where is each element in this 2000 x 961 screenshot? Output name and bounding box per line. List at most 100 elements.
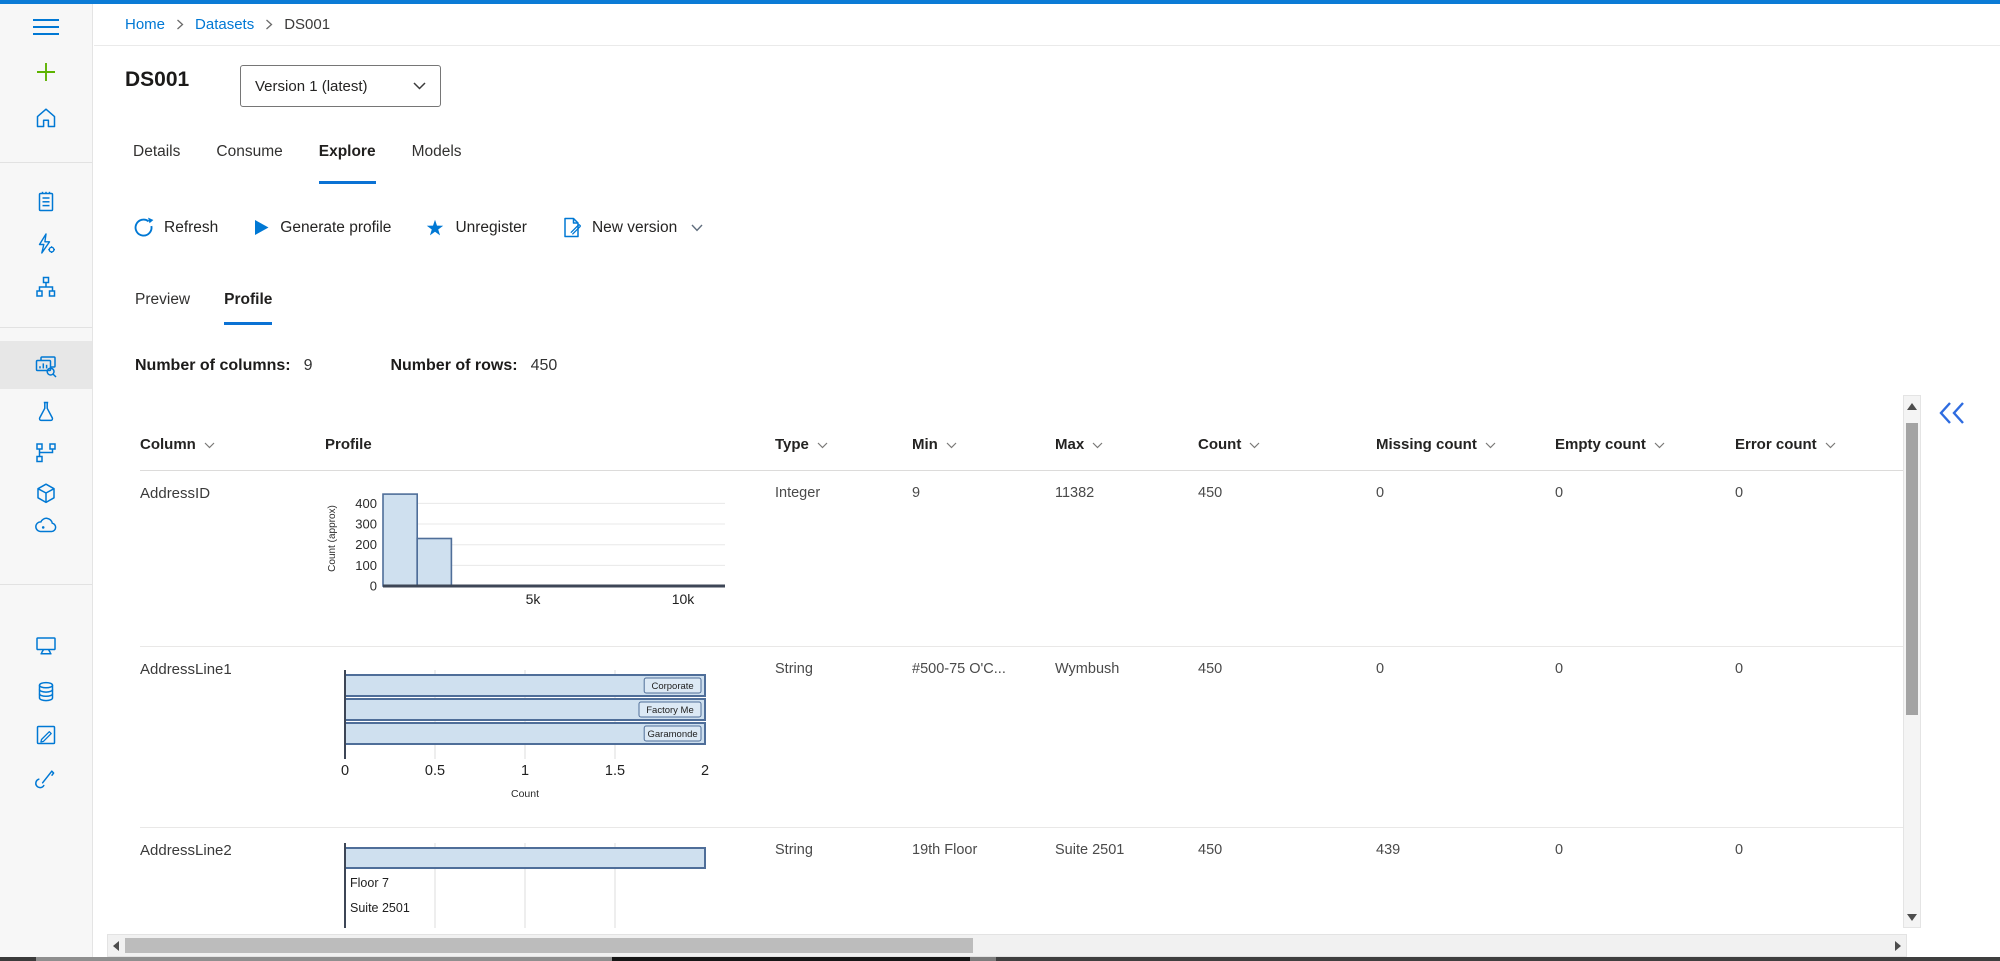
- table-body: AddressID 0 100 200 300 400 5k 10k Count (approx…: [140, 471, 1905, 928]
- cell-missing-count: 0: [1376, 661, 1385, 677]
- scroll-right-button[interactable]: [1890, 935, 1906, 956]
- svg-text:1: 1: [521, 763, 529, 779]
- tab-explore[interactable]: Explore: [318, 143, 376, 184]
- sidebar-item-designer[interactable]: [31, 273, 61, 301]
- scroll-down-button[interactable]: [1904, 907, 1920, 927]
- svg-text:0.5: 0.5: [425, 763, 445, 779]
- sidebar-item-data-labeling[interactable]: [31, 721, 61, 749]
- breadcrumb-home-link[interactable]: Home: [125, 16, 165, 33]
- sidebar-item-endpoints[interactable]: [31, 511, 61, 539]
- triangle-left-icon: [113, 940, 119, 951]
- svg-text:Factory Me: Factory Me: [646, 705, 694, 716]
- sort-chevron-icon: [1485, 442, 1496, 449]
- vertical-scrollbar[interactable]: [1903, 395, 1921, 928]
- stat-number-of-columns: Number of columns: 9: [135, 357, 312, 375]
- column-header-empty-count[interactable]: Empty count: [1555, 436, 1735, 453]
- sidebar-item-menu[interactable]: [31, 13, 61, 41]
- sidebar-item-experiments[interactable]: [31, 398, 61, 426]
- scroll-up-button[interactable]: [1904, 396, 1920, 416]
- new-version-button[interactable]: New version: [562, 217, 703, 238]
- horizontal-scrollbar[interactable]: [107, 934, 1907, 957]
- svg-text:Count: Count: [511, 788, 539, 800]
- tab-models[interactable]: Models: [412, 143, 462, 184]
- cell-empty-count: 0: [1555, 842, 1564, 858]
- stat-number-of-rows: Number of rows: 450: [390, 357, 557, 375]
- stat-value: 9: [303, 357, 313, 374]
- generate-profile-button[interactable]: Generate profile: [253, 219, 391, 237]
- sidebar-item-automated-ml[interactable]: [31, 230, 61, 258]
- column-header-missing-count[interactable]: Missing count: [1376, 436, 1555, 453]
- sidebar-item-compute[interactable]: [31, 632, 61, 660]
- collapse-panel-button[interactable]: [1936, 399, 1968, 429]
- star-icon: [427, 219, 444, 235]
- vertical-scrollbar-thumb[interactable]: [1906, 423, 1918, 715]
- unregister-label: Unregister: [455, 218, 527, 236]
- sidebar-item-home[interactable]: [31, 104, 61, 132]
- column-header-min[interactable]: Min: [912, 436, 1055, 453]
- cell-empty-count: 0: [1555, 485, 1564, 501]
- sort-chevron-icon: [1654, 442, 1665, 449]
- subtab-preview[interactable]: Preview: [135, 291, 190, 325]
- column-header-label: Min: [912, 436, 938, 453]
- sidebar-divider: [0, 162, 92, 163]
- refresh-label: Refresh: [164, 218, 219, 236]
- profile-table-viewport: Column Profile Type Min Max Count Missing coun…: [94, 419, 1906, 928]
- cell-max: 11382: [1055, 485, 1095, 501]
- svg-text:Floor 7: Floor 7: [350, 876, 389, 890]
- column-header-count[interactable]: Count: [1198, 436, 1376, 453]
- svg-text:200: 200: [355, 537, 377, 552]
- cell-error-count: 0: [1735, 485, 1744, 501]
- sort-chevron-icon: [1092, 442, 1103, 449]
- cell-profile: Corporate Factory Me Garamonde 0 0.5 1 1.5 2 Cou…: [325, 647, 775, 827]
- unregister-button[interactable]: Unregister: [426, 219, 527, 237]
- table-row: AddressID 0 100 200 300 400 5k 10k Count (approx…: [140, 471, 1905, 647]
- sidebar-item-datastores[interactable]: [31, 678, 61, 706]
- data-labeling-icon: [36, 725, 56, 745]
- compute-icon: [36, 637, 56, 655]
- cell-profile: Floor 7 Suite 2501: [325, 828, 775, 928]
- column-header-label: Profile: [325, 436, 372, 453]
- column-header-max[interactable]: Max: [1055, 436, 1198, 453]
- home-icon: [36, 108, 56, 128]
- tab-details[interactable]: Details: [133, 143, 180, 184]
- column-header-label: Empty count: [1555, 436, 1646, 453]
- cell-type: Integer: [775, 485, 821, 501]
- sort-chevron-icon: [946, 442, 957, 449]
- svg-text:Corporate: Corporate: [651, 681, 693, 692]
- sidebar-item-datasets[interactable]: [31, 353, 61, 381]
- svg-text:Garamonde: Garamonde: [648, 729, 698, 740]
- sidebar-item-pipelines[interactable]: [31, 439, 61, 467]
- sidebar-item-add-new[interactable]: [31, 58, 61, 86]
- cell-column: AddressLine2: [140, 842, 232, 859]
- subtab-profile[interactable]: Profile: [224, 291, 273, 325]
- refresh-button[interactable]: Refresh: [133, 217, 218, 238]
- dataset-stats: Number of columns: 9 Number of rows: 450: [135, 357, 557, 375]
- menu-icon: [33, 19, 59, 35]
- histogram-chart: 0 100 200 300 400 5k 10k Count (approx): [327, 493, 725, 607]
- column-header-label: Count: [1198, 436, 1242, 453]
- horizontal-scrollbar-thumb[interactable]: [125, 938, 973, 953]
- sidebar-item-linked-services[interactable]: [31, 764, 61, 792]
- cell-error-count: 0: [1735, 842, 1744, 858]
- svg-text:100: 100: [355, 558, 377, 573]
- column-header-column[interactable]: Column: [140, 436, 325, 453]
- command-bar: Refresh Generate profile Unregister New …: [133, 217, 703, 238]
- sidebar-item-models[interactable]: [31, 480, 61, 508]
- datastores-icon: [38, 681, 54, 702]
- column-header-type[interactable]: Type: [775, 436, 912, 453]
- breadcrumb-datasets-link[interactable]: Datasets: [195, 16, 254, 33]
- chevron-down-icon: [413, 82, 426, 90]
- play-icon: [255, 220, 269, 235]
- column-header-error-count[interactable]: Error count: [1735, 436, 1905, 453]
- breadcrumb-current: DS001: [284, 16, 331, 33]
- sidebar-divider: [0, 327, 92, 328]
- sidebar-item-notebooks[interactable]: [31, 188, 61, 216]
- scroll-left-button[interactable]: [108, 935, 124, 956]
- datasets-icon: [35, 356, 57, 378]
- breadcrumb: Home Datasets DS001: [94, 4, 2000, 46]
- tab-consume[interactable]: Consume: [216, 143, 282, 184]
- stat-label: Number of columns:: [135, 357, 291, 374]
- explore-subtabs: Preview Profile: [135, 291, 273, 325]
- version-selector[interactable]: Version 1 (latest): [240, 65, 441, 107]
- pipelines-icon: [36, 443, 56, 463]
